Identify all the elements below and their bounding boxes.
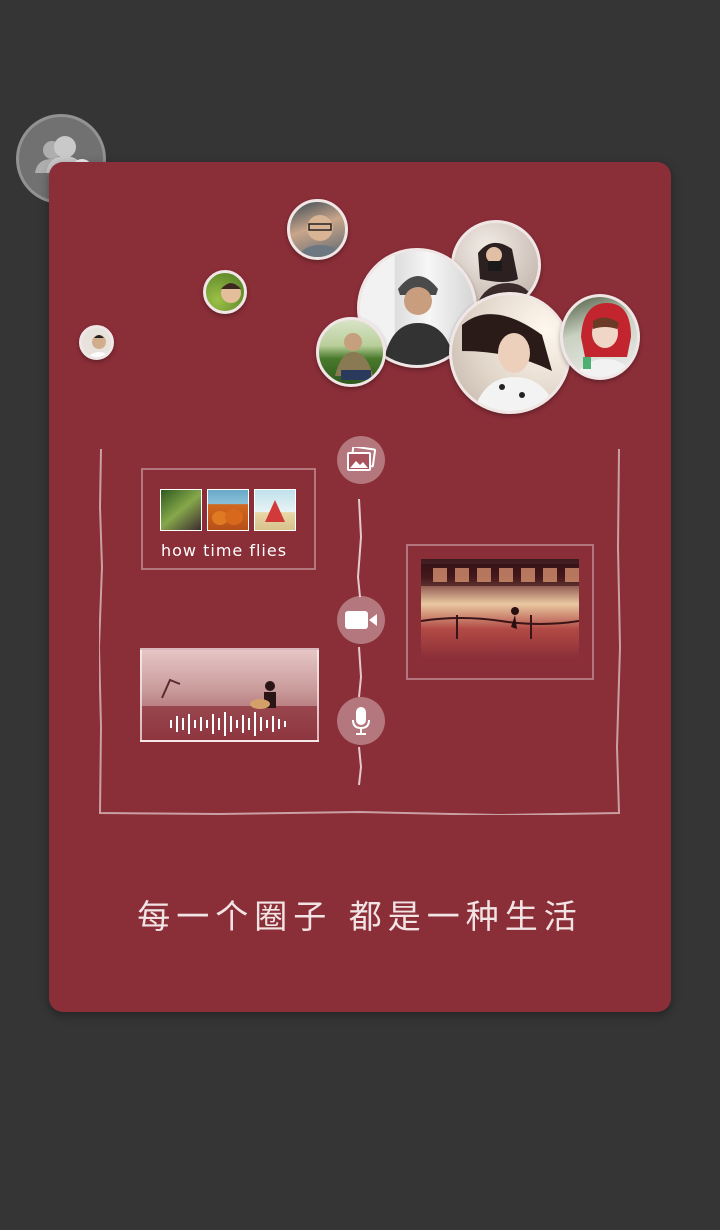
avatar-green-child: [203, 270, 247, 314]
avatar-man-grass: [316, 317, 386, 387]
audio-button[interactable]: [337, 697, 385, 745]
photo-album-button[interactable]: [337, 436, 385, 484]
tagline: 每一个圈子 都是一种生活: [137, 897, 583, 936]
video-camera-icon: [345, 611, 377, 629]
avatar-woman-headphones: [449, 292, 571, 414]
avatar-woman-red-scarf: [560, 294, 640, 380]
avatar-small-man: [79, 325, 114, 360]
microphone-icon: [352, 707, 370, 735]
video-card[interactable]: [406, 544, 594, 680]
audio-thumbnail: [142, 678, 317, 740]
photo-thumb-tent: [254, 489, 296, 531]
video-thumbnail: [421, 559, 579, 659]
avatar-man-glasses: [287, 199, 348, 260]
photo-album-icon: [347, 447, 376, 471]
photo-thumb-garden: [160, 489, 202, 531]
audio-card[interactable]: [140, 648, 319, 742]
video-button[interactable]: [337, 596, 385, 644]
photo-album-card[interactable]: how time flies: [141, 468, 316, 570]
circle-intro-card: how time flies 每一个圈子 都是一种生活: [49, 162, 671, 1012]
photo-caption: how time flies: [161, 541, 288, 560]
photo-thumb-pumpkins: [207, 489, 249, 531]
